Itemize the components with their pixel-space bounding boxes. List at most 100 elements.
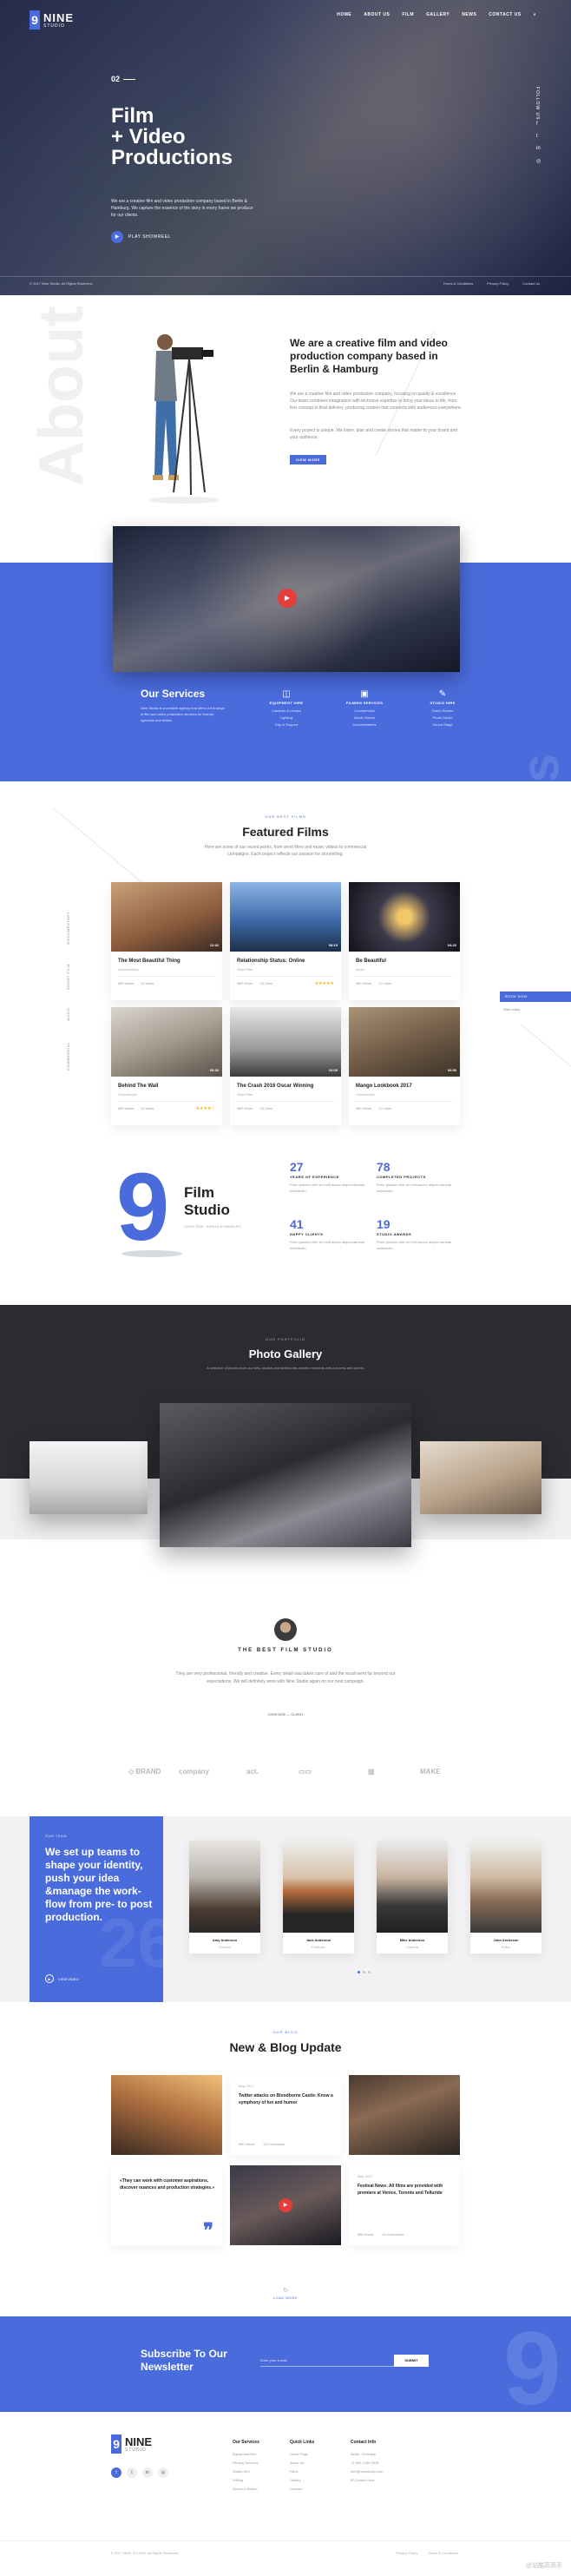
film-card[interactable]: 02:50 Mango Lookbook 2017 Commercial 980… bbox=[349, 1007, 460, 1125]
film-card[interactable]: 08:15 Relationship Status: Online Short … bbox=[230, 882, 341, 1000]
play-showreel-button[interactable]: ▶ PLAY SHOWREEL bbox=[111, 231, 171, 243]
subscribe-section: 9 Subscribe To Our Newsletter Enter your… bbox=[0, 2316, 571, 2412]
blog-video[interactable]: ▶ bbox=[230, 2165, 341, 2245]
member-photo bbox=[470, 1841, 541, 1933]
film-card[interactable]: 12:42 The Most Beautiful Thing Documenta… bbox=[111, 882, 222, 1000]
partner-logo: act. bbox=[246, 1768, 259, 1776]
film-thumbnail bbox=[349, 1007, 460, 1077]
view-video-button[interactable]: ▶ VIEW VIDEO bbox=[45, 1974, 79, 1983]
gallery-image-street[interactable] bbox=[420, 1441, 541, 1514]
film-thumbnail bbox=[230, 882, 341, 952]
hero-slide-number: 02 bbox=[111, 75, 135, 83]
gallery-image-studio[interactable] bbox=[30, 1441, 148, 1514]
twitter-icon[interactable]: t bbox=[127, 2467, 137, 2478]
watermark: @站酷高高手 bbox=[525, 2563, 562, 2569]
hero-link-privacy[interactable]: Privacy Policy bbox=[487, 281, 509, 286]
twitter-icon[interactable]: t bbox=[536, 134, 541, 139]
testimonial-author: JOHN DOE — CLIENT bbox=[267, 1712, 304, 1716]
refresh-icon: ↻ bbox=[283, 2288, 288, 2294]
films-description: Here are some of our recent works, from … bbox=[204, 845, 367, 857]
film-card[interactable]: 10:05 The Crash 2016 Oscar Winning Short… bbox=[230, 1007, 341, 1125]
play-icon: ▶ bbox=[45, 1974, 54, 1983]
edit-icon: ✎ bbox=[438, 689, 447, 699]
partner-logo: ▥ bbox=[368, 1768, 375, 1776]
filter-documentary[interactable]: DOCUMENTARY bbox=[66, 912, 70, 945]
load-more-button[interactable]: ↻ LOAD MORE bbox=[267, 2287, 304, 2300]
team-member[interactable]: Amy Anderson Director bbox=[189, 1841, 260, 1953]
member-photo bbox=[283, 1841, 354, 1933]
team-member[interactable]: John Anderson Editor bbox=[470, 1841, 541, 1953]
nav-about[interactable]: ABOUT US bbox=[364, 12, 390, 17]
service-filming[interactable]: ▣ FILMING SERVICES Commercials Music Vid… bbox=[330, 689, 399, 728]
team-member[interactable]: Mike Anderson Camera bbox=[377, 1841, 448, 1953]
blog-post[interactable]: May 2017 Festival News: All films are pr… bbox=[349, 2165, 460, 2245]
filter-commercial[interactable]: COMMERCIAL bbox=[66, 1042, 70, 1071]
cameraman-photo bbox=[149, 334, 219, 504]
hero-description: We are a creative film and video product… bbox=[111, 199, 253, 218]
video-play-icon[interactable]: ▶ bbox=[278, 589, 297, 608]
main-nav: HOME ABOUT US FILM GALLERY NEWS CONTACT … bbox=[337, 12, 536, 17]
footer-copyright: © 2017 NINE STUDIO. All Rights Reserved. bbox=[111, 2551, 180, 2555]
about-title: We are a creative film and video product… bbox=[290, 337, 448, 375]
carousel-dots[interactable] bbox=[358, 1971, 371, 1973]
stat-clients: 41 HAPPY CLIENTS Proin gravida nibh vel ve… bbox=[290, 1217, 365, 1250]
avatar bbox=[274, 1618, 297, 1641]
film-icon: ▣ bbox=[360, 689, 369, 699]
stat-years: 27 YEARS OF EXPERIENCE Proin gravida nibh … bbox=[290, 1160, 365, 1193]
hero-section: 9 NINE STUDIO HOME ABOUT US FILM GALLERY… bbox=[0, 0, 571, 295]
book-now-button[interactable]: BOOK NOW bbox=[500, 992, 571, 1002]
footer-col-contact: Contact Info Berlin, Germany +1 800 1234… bbox=[351, 2440, 384, 2482]
service-studio[interactable]: ✎ STUDIO HIRE Green Screen Photo Studio … bbox=[408, 689, 477, 728]
facebook-icon[interactable]: f bbox=[536, 122, 541, 127]
nav-news[interactable]: NEWS bbox=[462, 12, 476, 17]
video-play-icon[interactable]: ▶ bbox=[279, 2198, 292, 2212]
submit-button[interactable]: SUBMIT bbox=[394, 2355, 429, 2367]
blog-post[interactable]: May 2017 Twitter attacks on Bloodborne C… bbox=[230, 2075, 341, 2155]
stat-awards: 19 STUDIO AWARDS Proin gravida nibh vel ve… bbox=[377, 1217, 452, 1250]
services-description: Nine Studio is a creative agency that of… bbox=[141, 706, 225, 722]
blog-post-quote[interactable]: «They can work with customer aspirations… bbox=[111, 2165, 222, 2245]
footer-col-services: Our Services Equipment Hire Filming Serv… bbox=[233, 2440, 259, 2491]
nav-contact[interactable]: CONTACT US bbox=[489, 12, 521, 17]
team-member[interactable]: Jack Anderson Producer bbox=[283, 1841, 354, 1953]
filter-short-film[interactable]: SHORT FILM bbox=[66, 964, 70, 990]
linkedin-icon[interactable]: in bbox=[142, 2467, 153, 2478]
showreel-video[interactable]: ▶ bbox=[113, 526, 460, 672]
about-bg-word: About bbox=[27, 306, 96, 486]
nav-film[interactable]: FILM bbox=[402, 12, 414, 17]
service-equipment[interactable]: ◫ EQUIPMENT HIRE Cameras & Lenses Lighti… bbox=[252, 689, 321, 728]
facebook-icon[interactable]: f bbox=[111, 2467, 121, 2478]
quote-icon: ❞ bbox=[203, 2219, 213, 2241]
hero-link-contact[interactable]: Contact Us bbox=[522, 281, 540, 286]
hero-copyright: © 2017 Nine Studio. All Rights Reserved. bbox=[30, 281, 93, 286]
hero-link-terms[interactable]: Terms & Conditions bbox=[443, 281, 474, 286]
partner-logo: ▭▭ bbox=[299, 1768, 312, 1776]
film-card[interactable]: 04:20 Be Beautiful Music 980 Views 24 Lik… bbox=[349, 882, 460, 1000]
hero-links: Terms & Conditions Privacy Policy Contac… bbox=[443, 281, 540, 286]
play-showreel-label: PLAY SHOWREEL bbox=[128, 234, 171, 240]
rating-stars: ★★★★☆ bbox=[195, 1106, 215, 1111]
filter-music[interactable]: MUSIC bbox=[66, 1007, 70, 1021]
view-more-button[interactable]: VIEW MORE bbox=[290, 455, 326, 464]
team-intro-panel: 26 OUR TEAM We set up teams to shape you… bbox=[30, 1816, 176, 2002]
gallery-image-group[interactable] bbox=[160, 1403, 411, 1547]
footer-logo[interactable]: 9 NINE STUDIO bbox=[111, 2434, 152, 2454]
blog-title: New & Blog Update bbox=[229, 2040, 342, 2054]
film-card[interactable]: 03:30 Behind The Wall Commercial 980 Vie… bbox=[111, 1007, 222, 1125]
nav-gallery[interactable]: GALLERY bbox=[426, 12, 450, 17]
blog-image[interactable] bbox=[111, 2075, 222, 2155]
hero-social: f t in ◎ bbox=[536, 122, 541, 164]
linkedin-icon[interactable]: in bbox=[536, 146, 541, 151]
hero-title: Film + Video Productions bbox=[111, 104, 233, 169]
search-icon[interactable]: ⌕ bbox=[534, 12, 536, 17]
partner-logo: ◇ BRAND bbox=[128, 1768, 161, 1776]
film-thumbnail bbox=[111, 1007, 222, 1077]
blog-image[interactable] bbox=[349, 2075, 460, 2155]
footer-links: Privacy Policy Terms & Conditions bbox=[396, 2551, 458, 2555]
logo[interactable]: 9 NINE STUDIO bbox=[30, 10, 74, 30]
instagram-icon[interactable]: ◎ bbox=[158, 2467, 168, 2478]
nav-home[interactable]: HOME bbox=[337, 12, 351, 17]
services-title: Our Services bbox=[141, 688, 206, 700]
email-field[interactable]: Enter your e-mail bbox=[260, 2355, 394, 2367]
instagram-icon[interactable]: ◎ bbox=[536, 158, 541, 164]
